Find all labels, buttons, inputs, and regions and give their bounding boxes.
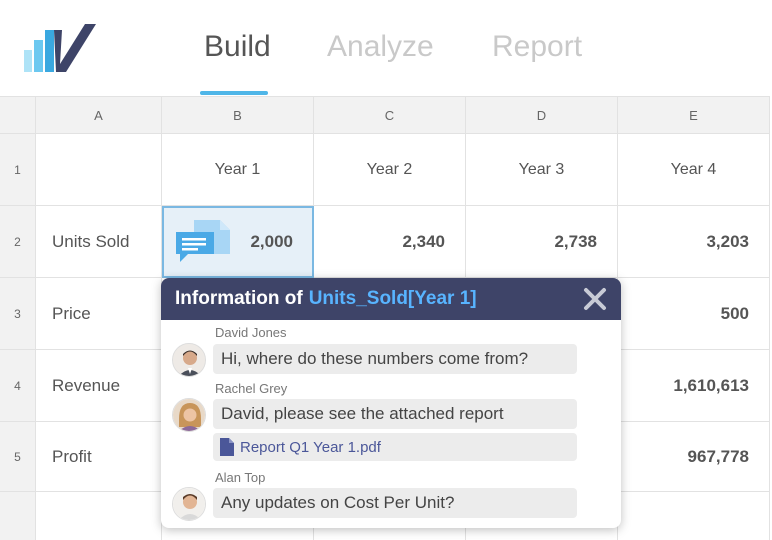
popup-header: Information of Units_Sold[Year 1] (161, 278, 621, 320)
attachment-link[interactable]: Report Q1 Year 1.pdf (213, 433, 577, 461)
cell-a3[interactable]: Price (36, 278, 162, 350)
logo-icon (24, 24, 96, 72)
row-header-5[interactable]: 5 (0, 422, 36, 492)
cell-d2[interactable]: 2,738 (466, 206, 618, 278)
cell-a4[interactable]: Revenue (36, 350, 162, 422)
row-header-1[interactable]: 1 (0, 134, 36, 206)
column-header-e[interactable]: E (618, 96, 770, 134)
avatar (172, 343, 206, 377)
pdf-file-icon (220, 438, 234, 456)
comment-author: Rachel Grey (215, 381, 288, 396)
cell-d1[interactable]: Year 3 (466, 134, 618, 206)
cell-a6[interactable] (36, 492, 162, 540)
avatar (172, 487, 206, 521)
tab-report[interactable]: Report (492, 30, 582, 64)
cell-a2[interactable]: Units Sold (36, 206, 162, 278)
comment-author: David Jones (215, 325, 287, 340)
cell-e1[interactable]: Year 4 (618, 134, 770, 206)
popup-title: Information of (175, 288, 303, 309)
active-tab-indicator (200, 91, 268, 95)
column-header-a[interactable]: A (36, 96, 162, 134)
close-icon[interactable] (581, 285, 609, 313)
comment-bubble: Any updates on Cost Per Unit? (213, 488, 577, 518)
attachment-filename: Report Q1 Year 1.pdf (240, 438, 381, 456)
row-header-4[interactable]: 4 (0, 350, 36, 422)
cell-a5[interactable]: Profit (36, 422, 162, 492)
cell-b1[interactable]: Year 1 (162, 134, 314, 206)
cell-c2[interactable]: 2,340 (314, 206, 466, 278)
popup-cell-reference[interactable]: Units_Sold[Year 1] (309, 288, 477, 310)
cell-c1[interactable]: Year 2 (314, 134, 466, 206)
comment-bubble: Hi, where do these numbers come from? (213, 344, 577, 374)
app-header: Build Analyze Report (0, 0, 772, 96)
comment-bubble: David, please see the attached report (213, 399, 577, 429)
row-header-6[interactable] (0, 492, 36, 540)
cell-e4[interactable]: 1,610,613 (618, 350, 770, 422)
grid-corner (0, 96, 36, 134)
row-header-2[interactable]: 2 (0, 206, 36, 278)
row-header-3[interactable]: 3 (0, 278, 36, 350)
cell-e2[interactable]: 3,203 (618, 206, 770, 278)
column-header-c[interactable]: C (314, 96, 466, 134)
cell-e6[interactable] (618, 492, 770, 540)
cell-b2[interactable]: 2,000 (162, 206, 314, 278)
cell-a1[interactable] (36, 134, 162, 206)
cell-e5[interactable]: 967,778 (618, 422, 770, 492)
cell-e3[interactable]: 500 (618, 278, 770, 350)
column-header-b[interactable]: B (162, 96, 314, 134)
cell-b2-value: 2,000 (250, 231, 293, 251)
comments-popup: Information of Units_Sold[Year 1] David … (161, 278, 621, 528)
column-header-d[interactable]: D (466, 96, 618, 134)
comment-icon[interactable] (174, 218, 232, 264)
tab-build[interactable]: Build (204, 30, 271, 64)
comment-author: Alan Top (215, 470, 266, 485)
tab-analyze[interactable]: Analyze (327, 30, 434, 64)
avatar (172, 398, 206, 432)
